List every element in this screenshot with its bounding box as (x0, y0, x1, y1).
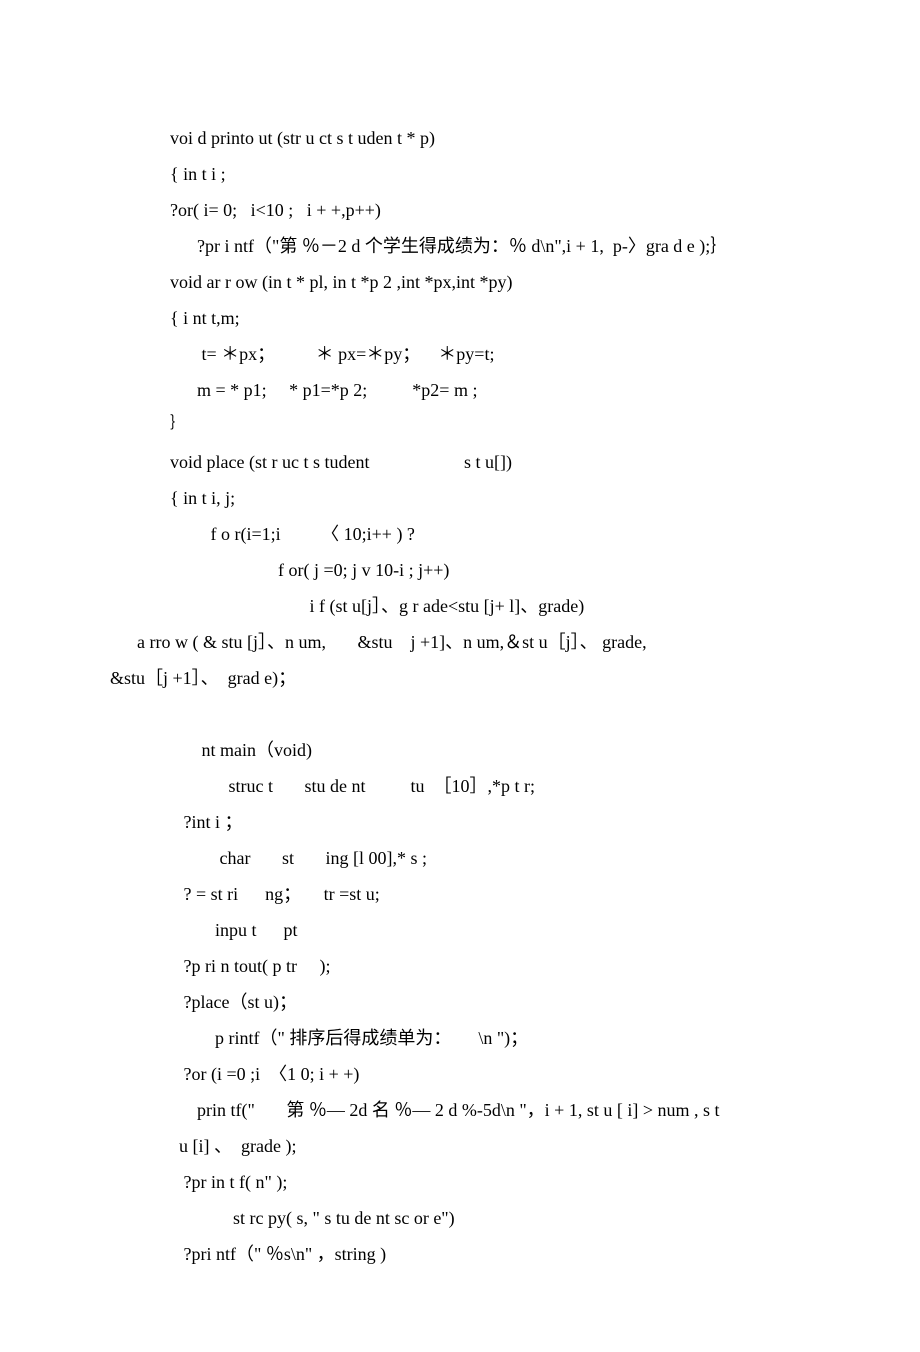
code-line: a rro w ( & stu [j］、n um, &stu j +1]、n u… (110, 624, 810, 660)
code-line: m = * p1; * p1=*p 2; *p2= m ; (170, 372, 810, 408)
code-line: void ar r ow (in t * pl, in t *p 2 ,int … (170, 264, 810, 300)
code-line: ?or (i =0 ;i 〈1 0; i + +) (170, 1056, 810, 1092)
code-line: ?pri ntf（" ％s\n" ，string ) (170, 1236, 810, 1272)
code-line: struc t stu de nt tu ［10］,*p t r; (170, 768, 810, 804)
code-line: inpu t pt (170, 912, 810, 948)
code-line: t= ＊px； ＊ px=＊py； ＊py=t; (170, 336, 810, 372)
code-line: { i nt t,m; (170, 300, 810, 336)
code-line: ?p ri n tout( p tr ); (170, 948, 810, 984)
code-line: u [i] 、 grade ); (170, 1128, 810, 1164)
code-line: i f (st u[j］、g r ade<stu [j+ l]、grade) (170, 588, 810, 624)
code-line: prin tf(" 第 ％— 2d 名 ％— 2 d %-5d\n "，i + … (170, 1092, 810, 1128)
code-line: ? = st ri ng； tr =st u; (170, 876, 810, 912)
code-line: st rc py( s, " s tu de nt sc or e") (170, 1200, 810, 1236)
document-page: voi d printo ut (str u ct s t uden t * p… (0, 0, 920, 1352)
code-line: { in t i, j; (170, 480, 810, 516)
code-line: nt main（void) (170, 732, 810, 768)
code-line: ?place（st u)； (170, 984, 810, 1020)
code-line: voi d printo ut (str u ct s t uden t * p… (170, 120, 810, 156)
code-line: &stu［j +1］、 grad e)； (110, 660, 810, 696)
code-line: { in t i ; (170, 156, 810, 192)
code-line: ?or( i= 0; i<10 ; i + +,p++) (170, 192, 810, 228)
code-line: f o r(i=1;i 〈 10;i++ ) ? (170, 516, 810, 552)
code-line: ｝ (170, 408, 810, 444)
code-line (170, 696, 810, 732)
code-line: char st ing [l 00],* s ; (170, 840, 810, 876)
code-line: ?pr i ntf（"第 ％－2 d 个学生得成绩为：％ d\n",i + 1,… (170, 228, 810, 264)
code-line: ?int i ； (170, 804, 810, 840)
code-line: p rintf（" 排序后得成绩单为： \n ")； (170, 1020, 810, 1056)
code-line: void place (st r uc t s tudent s t u[]) (170, 444, 810, 480)
code-line: ?pr in t f( n" ); (170, 1164, 810, 1200)
code-line: f or( j =0; j v 10-i ; j++) (170, 552, 810, 588)
